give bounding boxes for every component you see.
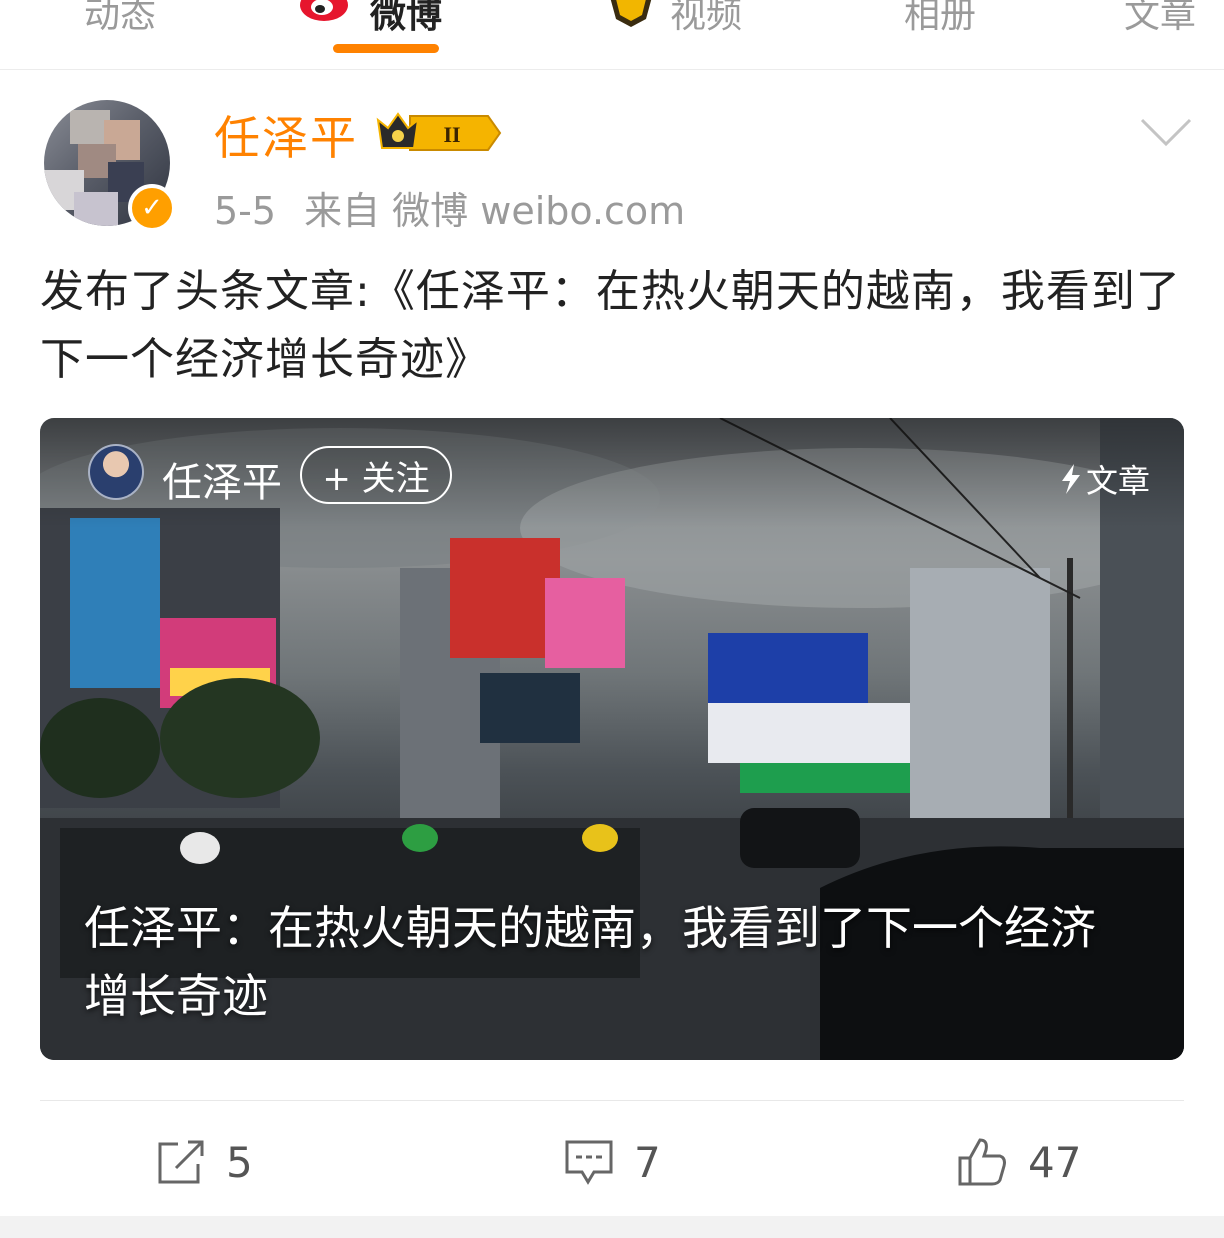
comment-icon	[565, 1140, 613, 1185]
repost-button[interactable]: 5	[156, 1134, 253, 1190]
tab-album[interactable]: 相册	[904, 0, 976, 38]
article-card[interactable]: 任泽平 + 关注 文章 任泽平：在热火朝天的越南，我看到了下一个经济增长奇迹	[40, 418, 1184, 1060]
like-icon	[958, 1138, 1006, 1186]
article-title[interactable]: 任泽平：在热火朝天的越南，我看到了下一个经济增长奇迹	[84, 894, 1124, 1030]
crown-icon[interactable]: II	[376, 110, 502, 156]
tab-label: 文章	[1124, 0, 1197, 36]
tab-video[interactable]: 视频	[606, 0, 742, 38]
tab-dynamics[interactable]: 动态	[84, 0, 156, 38]
post-meta: 5-5 来自 微博 weibo.com	[214, 180, 713, 235]
tab-weibo[interactable]: 微博	[298, 0, 442, 38]
post-text: 发布了头条文章:《任泽平：在热火朝天的越南，我看到了下一个经济增长奇迹》	[40, 266, 1181, 385]
follow-button[interactable]: + 关注	[300, 446, 452, 504]
profile-tab-bar: 动态 微博 视频 相册 文章	[0, 0, 1224, 70]
like-button[interactable]: 47	[956, 1134, 1081, 1190]
tab-label: 相册	[904, 0, 977, 36]
card-author-avatar[interactable]	[88, 444, 144, 500]
tab-articles[interactable]: 文章	[1124, 0, 1196, 38]
member-level-label: II	[443, 122, 460, 147]
weibo-logo-icon	[300, 0, 348, 21]
video-logo-icon	[610, 0, 652, 27]
post-source: 来自 微博 weibo.com	[304, 189, 686, 233]
card-author-name[interactable]: 任泽平	[162, 450, 282, 508]
verified-icon: ✓	[128, 184, 176, 232]
comment-button[interactable]: 7	[564, 1134, 661, 1190]
article-tag-label: 文章	[1085, 462, 1150, 500]
tab-label: 动态	[84, 0, 157, 36]
like-count: 47	[1028, 1137, 1082, 1187]
chevron-down-icon[interactable]	[1140, 118, 1192, 148]
comment-count: 7	[634, 1137, 661, 1187]
lightning-icon	[1061, 464, 1080, 494]
post-date: 5-5	[214, 189, 277, 233]
tab-label: 视频	[670, 0, 743, 36]
repost-count: 5	[226, 1137, 253, 1187]
post-header: ✓ 任泽平 II 5-5 来自 微博 weibo.com	[0, 70, 1224, 240]
repost-icon	[158, 1140, 204, 1184]
tab-label: 微博	[370, 0, 443, 36]
author-name[interactable]: 任泽平	[214, 102, 358, 168]
feed-separator	[0, 1216, 1224, 1238]
article-tag: 文章	[1060, 456, 1150, 502]
divider	[40, 1100, 1184, 1101]
active-tab-indicator	[333, 44, 439, 53]
